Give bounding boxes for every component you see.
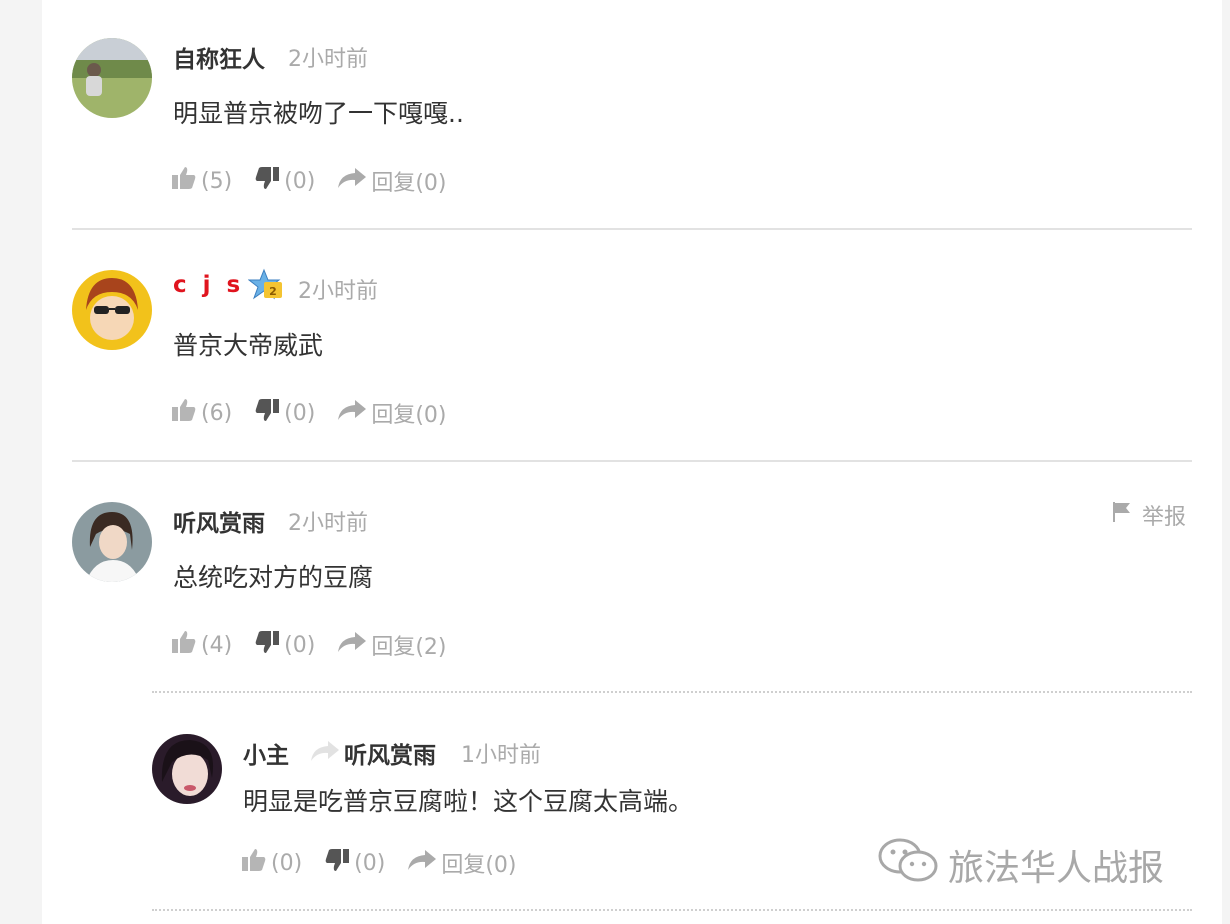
thumb-down-icon — [324, 848, 354, 878]
thumb-up-icon — [171, 166, 201, 196]
reply-arrow-icon — [337, 399, 371, 427]
dislike-count: (0) — [354, 850, 386, 876]
reply-arrow-icon — [407, 849, 441, 877]
report-label: 举报 — [1142, 505, 1187, 530]
reply-count: 回复(0) — [371, 171, 447, 196]
reply-count: 回复(0) — [371, 403, 447, 428]
comment-divider — [72, 460, 1192, 462]
wechat-icon — [876, 836, 940, 893]
like-count: (4) — [201, 632, 233, 658]
reply-count: 回复(0) — [441, 853, 517, 878]
dislike-count: (0) — [284, 632, 316, 658]
like-button[interactable]: (4) — [171, 630, 232, 660]
like-button[interactable]: (6) — [171, 398, 232, 428]
dislike-button[interactable]: (0) — [254, 630, 315, 660]
avatar[interactable] — [152, 734, 222, 804]
comment-text: 普京大帝威武 — [173, 331, 324, 360]
reply-button[interactable]: 回复(0) — [337, 165, 447, 197]
vip-badge-icon: 2 — [247, 268, 284, 306]
reply-text: 明显是吃普京豆腐啦！这个豆腐太高端。 — [243, 787, 694, 816]
reply-button[interactable]: 回复(0) — [407, 847, 517, 879]
svg-text:2: 2 — [269, 285, 277, 298]
dislike-count: (0) — [284, 168, 316, 194]
username[interactable]: 自称狂人 — [173, 40, 265, 74]
thumb-down-icon — [254, 398, 284, 428]
username[interactable]: 听风赏雨 — [173, 504, 265, 538]
reply-button[interactable]: 回复(0) — [337, 397, 447, 429]
like-count: (6) — [201, 400, 233, 426]
username[interactable]: 小主 — [243, 736, 289, 770]
reply-arrow-icon — [337, 167, 371, 195]
dislike-button[interactable]: (0) — [254, 166, 315, 196]
reply-actions: (0) (0) 回复(0) — [241, 847, 539, 879]
like-button[interactable]: (0) — [241, 848, 302, 878]
comment-text: 总统吃对方的豆腐 — [173, 563, 374, 592]
watermark: 旅法华人战报 — [876, 836, 1164, 893]
reply-divider — [152, 691, 1192, 693]
comment-panel: 自称狂人 2小时前 明显普京被吻了一下嘎嘎.. (5) (0) 回复(0) c … — [42, 0, 1222, 924]
thumb-up-icon — [171, 630, 201, 660]
comment-actions: (6) (0) 回复(0) — [171, 397, 469, 429]
dislike-button[interactable]: (0) — [254, 398, 315, 428]
timestamp: 2小时前 — [298, 279, 378, 304]
avatar[interactable] — [72, 38, 152, 118]
flag-icon — [1112, 501, 1132, 529]
like-count: (5) — [201, 168, 233, 194]
avatar[interactable] — [72, 270, 152, 350]
thumb-up-icon — [241, 848, 271, 878]
comment-divider — [72, 228, 1192, 230]
comment-actions: (4) (0) 回复(2) — [171, 629, 469, 661]
timestamp: 1小时前 — [461, 743, 541, 768]
reply-to-username[interactable]: 听风赏雨 — [344, 736, 436, 770]
timestamp: 2小时前 — [288, 511, 368, 536]
reply-button[interactable]: 回复(2) — [337, 629, 447, 661]
timestamp: 2小时前 — [288, 47, 368, 72]
reply-divider — [152, 909, 1192, 911]
reply-arrow-icon — [337, 631, 371, 659]
like-button[interactable]: (5) — [171, 166, 232, 196]
dislike-count: (0) — [284, 400, 316, 426]
comment-actions: (5) (0) 回复(0) — [171, 165, 469, 197]
dislike-button[interactable]: (0) — [324, 848, 385, 878]
avatar[interactable] — [72, 502, 152, 582]
thumb-down-icon — [254, 166, 284, 196]
like-count: (0) — [271, 850, 303, 876]
thumb-up-icon — [171, 398, 201, 428]
comment-text: 明显普京被吻了一下嘎嘎.. — [173, 99, 464, 128]
thumb-down-icon — [254, 630, 284, 660]
reply-count: 回复(2) — [371, 635, 447, 660]
report-button[interactable]: 举报 — [1112, 499, 1186, 531]
reply-to-arrow-icon — [310, 740, 340, 766]
watermark-text: 旅法华人战报 — [948, 847, 1165, 889]
username[interactable]: c j s — [173, 272, 244, 298]
